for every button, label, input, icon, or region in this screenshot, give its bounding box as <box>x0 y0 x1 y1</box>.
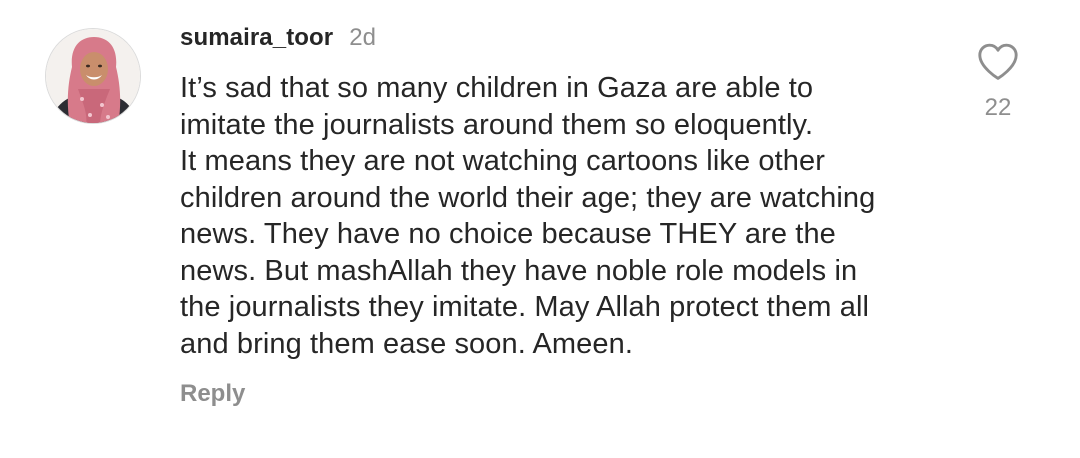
reply-button[interactable]: Reply <box>180 380 245 408</box>
comment-text: It’s sad that so many children in Gaza a… <box>180 70 940 362</box>
comment-text-line: imitate the journalists around them so e… <box>180 108 814 141</box>
username[interactable]: sumaira_toor <box>180 24 333 52</box>
like-count: 22 <box>984 94 1012 121</box>
heart-outline-icon <box>978 43 1018 80</box>
comment-text-line: It’s sad that so many children in Gaza a… <box>180 72 814 104</box>
comment-text-line: news. But mashAllah they have noble role… <box>180 254 858 287</box>
comment-header: sumaira_toor 2d <box>180 24 376 54</box>
avatar-image <box>46 29 140 123</box>
comment-text-line: the journalists they imitate. May Allah … <box>180 291 870 323</box>
like-button[interactable] <box>974 40 1022 84</box>
comment-text-line: and bring them ease soon. Ameen. <box>180 327 633 360</box>
comment-text-line: It means they are not watching cartoons … <box>180 145 825 177</box>
avatar[interactable] <box>45 28 141 124</box>
comment-text-line: news. They have no choice because THEY a… <box>180 218 836 250</box>
comment-text-line: children around the world their age; the… <box>180 181 876 214</box>
timestamp: 2d <box>349 24 376 51</box>
comment: sumaira_toor 2d It’s sad that so many ch… <box>0 0 1080 458</box>
like-section: 22 <box>970 40 1026 122</box>
